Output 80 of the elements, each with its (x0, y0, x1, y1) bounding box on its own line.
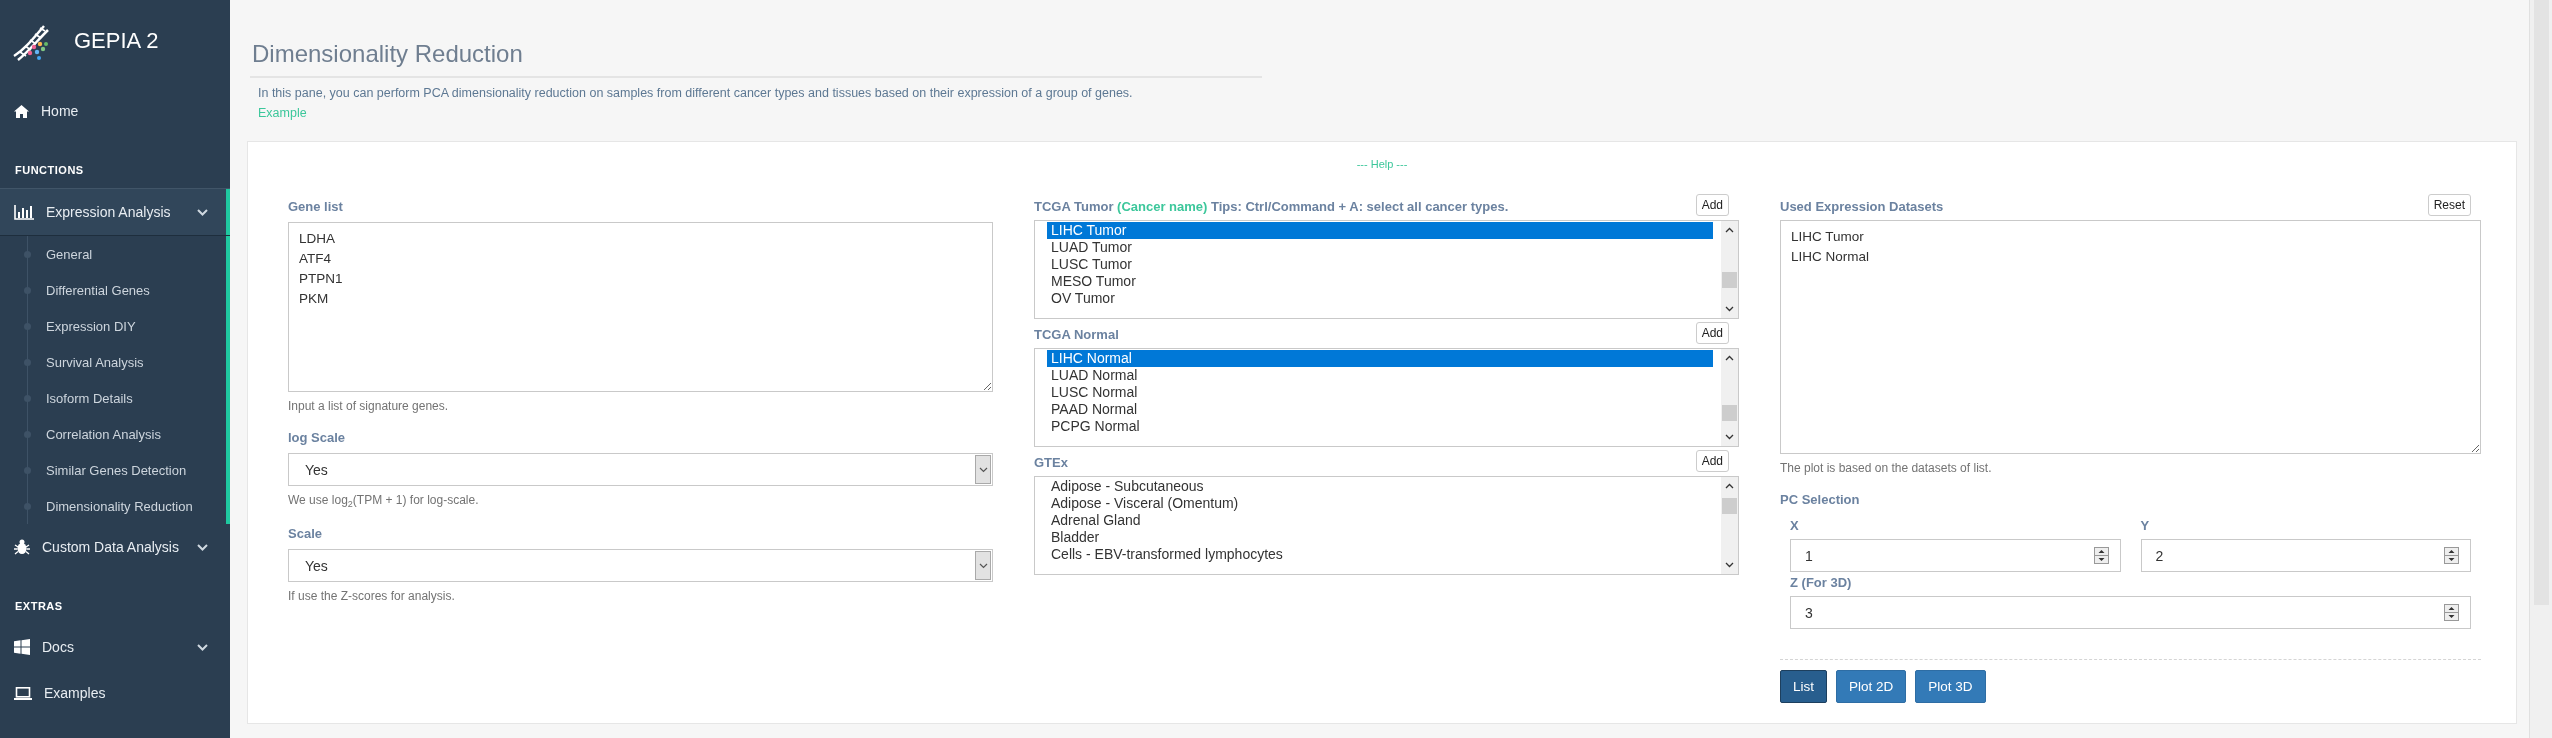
nav-item[interactable]: Home (0, 88, 230, 134)
list-option[interactable]: PAAD Normal (1047, 401, 1713, 418)
field-label: X (1790, 518, 1800, 533)
field-label: Scale (288, 526, 323, 542)
dropdown[interactable]: Yes (288, 453, 993, 486)
scroll-up-icon[interactable] (1725, 355, 1734, 361)
nav-item[interactable]: Examples (0, 670, 230, 716)
section-heading: FUNCTIONS (14, 164, 85, 176)
number-field[interactable]: 1 (1790, 539, 2121, 572)
scroll-down-icon[interactable] (1725, 562, 1734, 568)
laptop-icon (14, 686, 32, 700)
list-option[interactable]: MESO Tumor (1047, 273, 1713, 290)
list-option[interactable]: Cells - EBV-transformed lymphocytes (1047, 546, 1713, 563)
spinner-icon (2093, 547, 2109, 564)
caret-icon (975, 455, 991, 484)
datasets-field[interactable]: LIHC Tumor LIHC Normal (1780, 220, 2481, 454)
caret-icon (975, 551, 991, 581)
scroll-thumb[interactable] (1722, 271, 1737, 288)
scrollbar[interactable] (1721, 349, 1738, 446)
scrollbar[interactable] (1721, 477, 1738, 574)
field-label: Z (For 3D) (1790, 575, 1853, 590)
page-description: In this pane, you can perform PCA dimensionality reduction on samples from different cancer types and tissues based on their expression of a group of genes. (258, 86, 1134, 100)
list-option[interactable]: LIHC Normal (1047, 350, 1713, 367)
scrollbar[interactable] (1721, 221, 1738, 318)
add-button[interactable]: Add (1695, 194, 1729, 216)
dropdown[interactable]: Yes (288, 549, 993, 583)
listbox[interactable]: LIHC Tumor LUAD Tumor LUSC Tumor MESO Tumor OV Tumor (1034, 220, 1739, 319)
windows-icon (14, 639, 30, 655)
bug-icon (14, 539, 30, 555)
section-heading: EXTRAS (14, 600, 64, 612)
field-label: Y (2140, 518, 2151, 533)
field-label: TCGA Normal (1034, 327, 1119, 342)
list-option[interactable]: LUAD Normal (1047, 367, 1713, 384)
field-label: TCGA Tumor (Cancer name) Tips: Ctrl/Command + A: select all cancer types. (1034, 199, 1509, 214)
reset-button[interactable]: Reset (2427, 194, 2471, 216)
listbox[interactable]: LIHC Normal LUAD Normal LUSC Normal PAAD Normal PCPG Normal (1034, 348, 1739, 447)
field-label: GTEx (1034, 455, 1068, 470)
field-label: Gene list (288, 199, 344, 214)
scroll-thumb[interactable] (1722, 404, 1737, 421)
list-option[interactable]: OV Tumor (1047, 290, 1713, 307)
help-text: The plot is based on the datasets of list. (1780, 461, 1993, 475)
help-text: Input a list of signature genes. (288, 399, 450, 413)
action-button[interactable]: Plot 2D (1836, 670, 1907, 703)
field-label: log Scale (288, 430, 347, 445)
add-button[interactable]: Add (1695, 322, 1729, 344)
list-option[interactable]: Adrenal Gland (1047, 512, 1713, 529)
nav-item[interactable]: Docs (0, 624, 230, 670)
brand-name[interactable]: GEPIA 2 (74, 28, 159, 54)
list-option[interactable]: Adipose - Subcutaneous (1047, 478, 1713, 495)
chevron-down-icon (197, 208, 208, 216)
list-option[interactable]: Bladder (1047, 529, 1713, 546)
scroll-up-icon[interactable] (1725, 483, 1734, 489)
bar-chart-icon (14, 204, 34, 220)
list-option[interactable]: LUSC Normal (1047, 384, 1713, 401)
list-option[interactable]: LIHC Tumor (1047, 222, 1713, 239)
action-button[interactable]: List (1780, 670, 1827, 703)
nav-item[interactable]: Expression Analysis (0, 188, 230, 236)
scroll-thumb[interactable] (1722, 497, 1737, 514)
list-option[interactable]: Adipose - Visceral (Omentum) (1047, 495, 1713, 512)
help-text: If use the Z-scores for analysis. (288, 589, 456, 604)
action-button[interactable]: Plot 3D (1915, 670, 1986, 703)
home-icon (14, 104, 29, 118)
spinner-icon (2444, 604, 2459, 621)
help-text: We use log$_{2}$(TPM + 1) for log-scale. (288, 493, 480, 510)
scroll-down-icon[interactable] (1725, 434, 1734, 440)
scroll-down-icon[interactable] (1725, 306, 1734, 312)
list-option[interactable]: LUSC Tumor (1047, 256, 1713, 273)
list-option[interactable]: LUAD Tumor (1047, 239, 1713, 256)
number-field[interactable]: 2 (2140, 539, 2471, 572)
spinner-icon (2444, 547, 2459, 564)
field-label: PC Selection (1780, 492, 1861, 507)
nav-item[interactable]: Custom Data Analysis (0, 524, 230, 570)
field-label: Used Expression Datasets (1780, 199, 1944, 214)
listbox[interactable]: Adipose - Subcutaneous Adipose - Visceral (Omentum) Adrenal Gland Bladder Cells - EBV-transformed lymphocytes (1034, 476, 1739, 575)
add-button[interactable]: Add (1695, 450, 1729, 472)
scroll-up-icon[interactable] (1725, 227, 1734, 233)
list-option[interactable]: PCPG Normal (1047, 418, 1713, 435)
gene-list-field[interactable]: LDHA ATF4 PTPN1 PKM (288, 222, 993, 392)
number-field[interactable]: 3 (1790, 596, 2471, 629)
page-title: Dimensionality Reduction (250, 34, 1262, 78)
